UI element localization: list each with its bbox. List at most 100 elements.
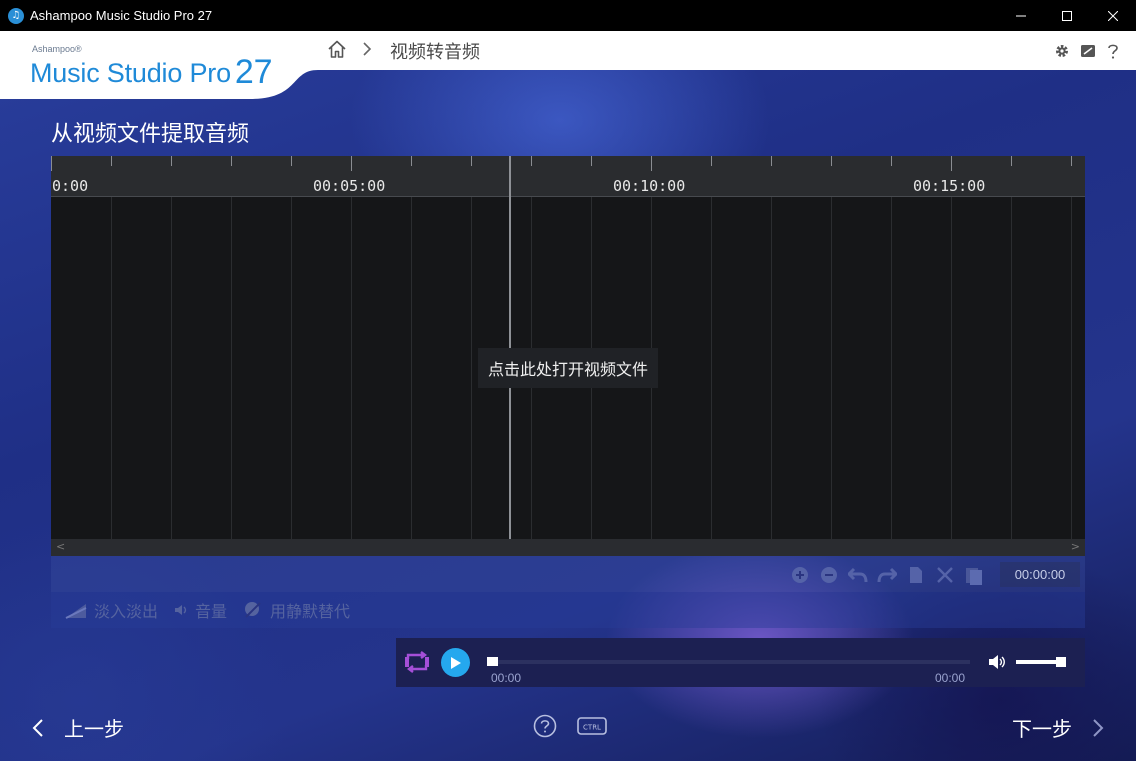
ruler-tick [591, 156, 592, 166]
ruler-tick [1071, 156, 1072, 166]
window-titlebar: ♫ Ashampoo Music Studio Pro 27 [0, 0, 1136, 31]
logo-product: Music Studio Pro 27 [30, 52, 273, 91]
ruler-label: 00:05:00 [313, 177, 386, 195]
ctrl-key-icon[interactable]: CTRL [577, 717, 607, 739]
grid-line [711, 197, 712, 539]
grid-line [231, 197, 232, 539]
maximize-icon [1062, 10, 1072, 21]
ruler-tick [171, 156, 172, 166]
cut-icon[interactable] [934, 564, 955, 585]
effects-toolbar: 淡入淡出 音量 用静默替代 [51, 592, 1085, 628]
close-button[interactable] [1090, 0, 1136, 31]
copy-icon[interactable] [905, 564, 926, 585]
logo-product-name: Music Studio Pro [30, 58, 231, 88]
grid-line [291, 197, 292, 539]
replace-silence-label: 用静默替代 [270, 602, 351, 621]
ruler-tick [411, 156, 412, 166]
grid-line [831, 197, 832, 539]
grid-line [951, 197, 952, 539]
ruler-tick [471, 156, 472, 166]
grid-line [471, 197, 472, 539]
chevron-right-icon [1092, 718, 1104, 738]
edit-toolbar: 00:00:00 [51, 556, 1085, 592]
progress-track[interactable] [491, 660, 970, 664]
help-circle-icon[interactable] [533, 714, 557, 742]
grid-line [891, 197, 892, 539]
scroll-left-icon[interactable]: < [56, 540, 65, 553]
logo-version: 27 [234, 53, 273, 91]
timeline-scrollbar[interactable]: < > [51, 539, 1085, 556]
ruler-tick [711, 156, 712, 166]
ruler-label: 00:15:00 [913, 177, 986, 195]
breadcrumb-current: 视频转音频 [390, 41, 480, 63]
home-icon[interactable] [326, 38, 348, 64]
grid-line [411, 197, 412, 539]
grid-line [111, 197, 112, 539]
progress-knob[interactable] [487, 657, 498, 666]
breadcrumb: 视频转音频 [326, 31, 480, 70]
grid-line [351, 197, 352, 539]
ruler-label: 00:10:00 [613, 177, 686, 195]
timeline-panel[interactable]: 0:00 00:05:00 00:10:00 00:15:00 点击此处打开视频… [51, 156, 1085, 556]
volume-knob[interactable] [1056, 657, 1066, 667]
minimize-button[interactable] [998, 0, 1044, 31]
time-display: 00:00:00 [1000, 562, 1080, 587]
ruler-tick [531, 156, 532, 166]
grid-line [1071, 197, 1072, 539]
chevron-right-icon [362, 41, 372, 61]
loop-icon[interactable] [404, 650, 430, 678]
help-icon[interactable] [1106, 42, 1120, 60]
replace-silence-button[interactable]: 用静默替代 [243, 598, 350, 622]
window-controls [998, 0, 1136, 31]
fade-icon [65, 601, 87, 619]
ruler-tick [111, 156, 112, 166]
app-icon: ♫ [8, 7, 24, 24]
ctrl-key-label: CTRL [583, 724, 601, 732]
page-title: 从视频文件提取音频 [51, 122, 250, 147]
zoom-in-icon[interactable] [789, 564, 810, 585]
mute-face-icon [243, 600, 263, 620]
edit-icons [789, 564, 984, 585]
play-icon [450, 656, 461, 669]
grid-line [771, 197, 772, 539]
open-video-file-button[interactable]: 点击此处打开视频文件 [478, 348, 658, 388]
scroll-right-icon[interactable]: > [1071, 540, 1080, 553]
timeline-ruler[interactable]: 0:00 00:05:00 00:10:00 00:15:00 [51, 156, 1085, 197]
volume-effect-label: 音量 [195, 602, 228, 621]
ruler-tick [1011, 156, 1012, 166]
total-time: 00:00 [935, 671, 966, 685]
ruler-tick [771, 156, 772, 166]
ruler-tick [951, 156, 952, 171]
grid-line [1011, 197, 1012, 539]
media-player: 00:00 00:00 [396, 638, 1085, 687]
undo-icon[interactable] [847, 564, 868, 585]
next-step-label: 下一步 [1012, 717, 1072, 741]
grid-line [171, 197, 172, 539]
volume-effect-button[interactable]: 音量 [174, 598, 227, 622]
ruler-tick [831, 156, 832, 166]
chevron-left-icon [32, 718, 44, 738]
gear-icon[interactable] [1054, 43, 1070, 59]
next-step-button[interactable]: 下一步 [1012, 713, 1104, 742]
previous-step-label: 上一步 [64, 717, 124, 741]
ruler-tick [231, 156, 232, 166]
speaker-icon [174, 603, 188, 617]
close-icon [1108, 10, 1118, 21]
fade-label: 淡入淡出 [94, 602, 159, 621]
volume-icon[interactable] [988, 654, 1006, 674]
paste-icon[interactable] [963, 564, 984, 585]
feedback-icon[interactable] [1080, 43, 1096, 59]
ruler-tick [351, 156, 352, 171]
ruler-tick [891, 156, 892, 166]
zoom-out-icon[interactable] [818, 564, 839, 585]
play-button[interactable] [441, 648, 470, 677]
ruler-tick [291, 156, 292, 166]
fade-in-out-button[interactable]: 淡入淡出 [65, 598, 158, 622]
maximize-button[interactable] [1044, 0, 1090, 31]
current-time: 00:00 [491, 671, 522, 685]
window-title: Ashampoo Music Studio Pro 27 [30, 8, 213, 23]
previous-step-button[interactable]: 上一步 [32, 713, 124, 742]
redo-icon[interactable] [876, 564, 897, 585]
ruler-tick [51, 156, 52, 171]
ruler-label: 0:00 [52, 177, 89, 195]
